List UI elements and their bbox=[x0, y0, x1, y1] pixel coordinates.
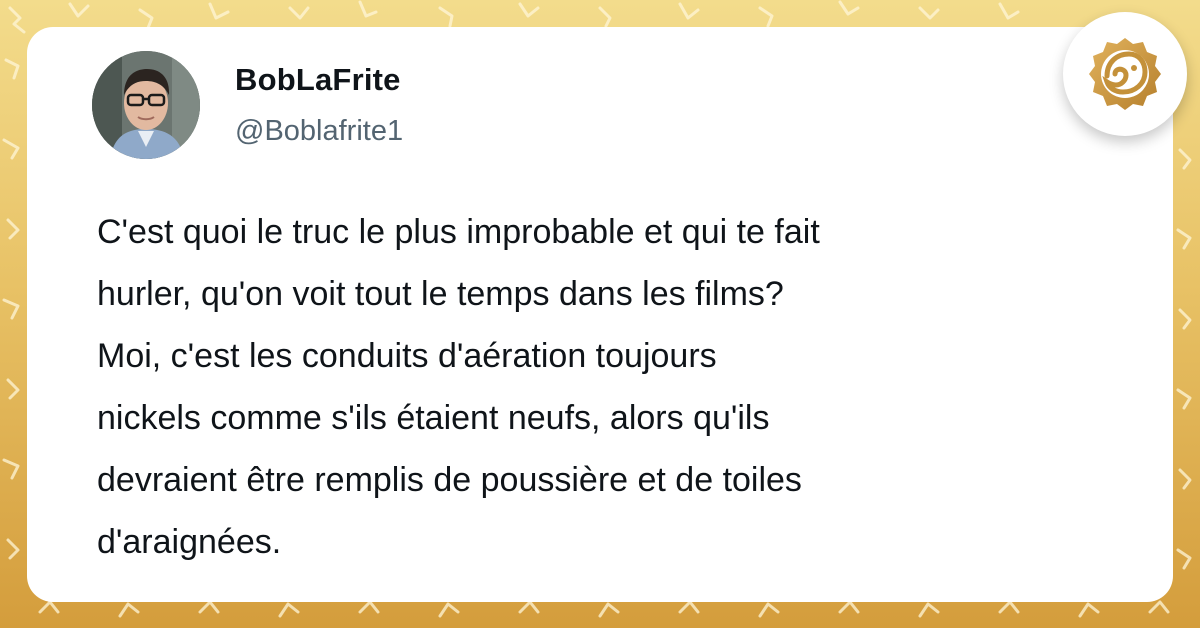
tweet-text-line: C'est quoi le truc le plus improbable et… bbox=[97, 213, 820, 251]
tweet-text: C'est quoi le truc le plus improbable et… bbox=[97, 201, 1137, 573]
user-handle[interactable]: @Boblafrite1 bbox=[235, 115, 403, 148]
brand-badge bbox=[1063, 12, 1187, 136]
tweet-text-line: hurler, qu'on voit tout le temps dans le… bbox=[97, 275, 784, 313]
tweet-text-line: d'araignées. bbox=[97, 523, 282, 561]
tweet-text-line: devraient être remplis de poussière et d… bbox=[97, 461, 802, 499]
brand-logo-icon bbox=[1089, 38, 1161, 110]
avatar-image bbox=[92, 51, 200, 159]
display-name[interactable]: BobLaFrite bbox=[235, 62, 401, 98]
tweet-text-line: nickels comme s'ils étaient neufs, alors… bbox=[97, 399, 770, 437]
profile-photo-avatar[interactable] bbox=[92, 51, 200, 159]
tweet-card: BobLaFrite @Boblafrite1 C'est quoi le tr… bbox=[27, 27, 1173, 602]
tweet-text-line: Moi, c'est les conduits d'aération toujo… bbox=[97, 337, 717, 375]
